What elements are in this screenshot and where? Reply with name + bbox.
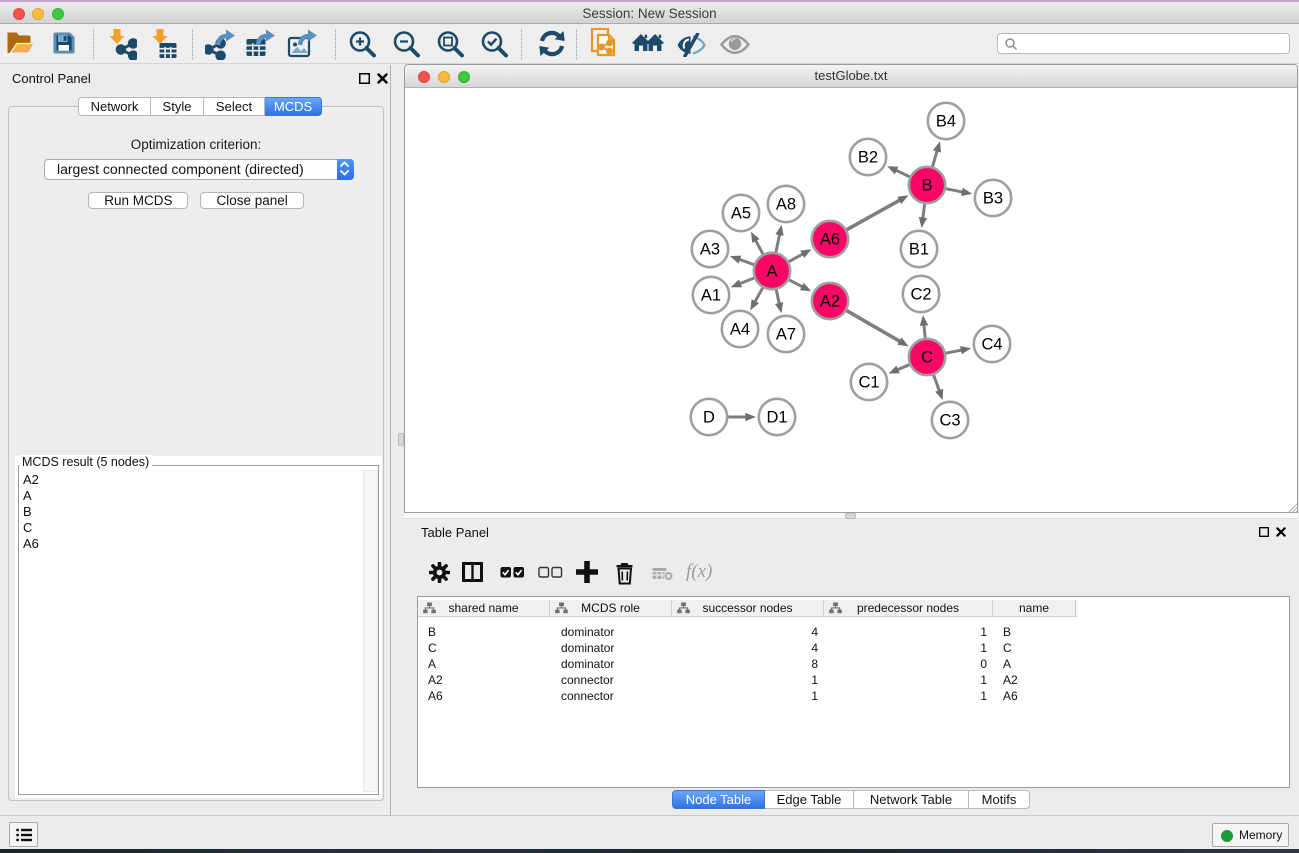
- svg-text:A: A: [766, 263, 777, 281]
- svg-text:C2: C2: [910, 286, 931, 304]
- svg-text:A4: A4: [730, 321, 750, 339]
- svg-text:C4: C4: [981, 336, 1002, 354]
- svg-text:C: C: [921, 349, 933, 367]
- svg-text:A6: A6: [820, 231, 840, 249]
- svg-text:C1: C1: [858, 374, 879, 392]
- svg-text:B4: B4: [936, 113, 956, 131]
- svg-text:D: D: [703, 409, 715, 427]
- svg-text:C3: C3: [939, 412, 960, 430]
- svg-text:B2: B2: [858, 149, 878, 167]
- svg-text:B1: B1: [909, 241, 929, 259]
- svg-text:A7: A7: [776, 326, 796, 344]
- svg-text:A1: A1: [701, 287, 721, 305]
- svg-text:D1: D1: [766, 409, 787, 427]
- svg-text:A8: A8: [776, 196, 796, 214]
- svg-text:B3: B3: [983, 190, 1003, 208]
- svg-text:B: B: [921, 177, 932, 195]
- svg-text:A3: A3: [700, 241, 720, 259]
- svg-text:A5: A5: [731, 205, 751, 223]
- svg-text:A2: A2: [820, 293, 840, 311]
